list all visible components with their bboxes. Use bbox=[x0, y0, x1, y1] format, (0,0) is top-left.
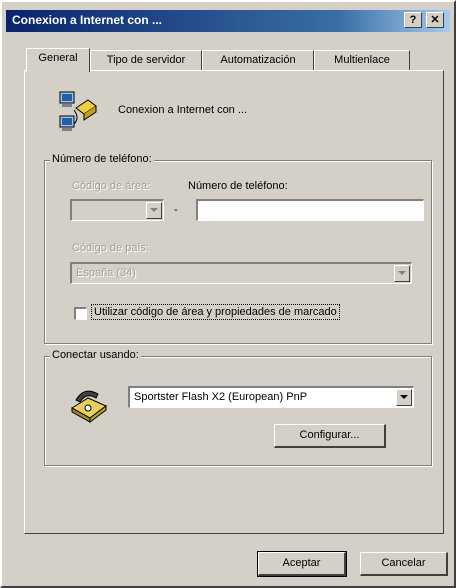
modem-telephone-icon bbox=[71, 390, 107, 423]
chevron-down-icon bbox=[398, 271, 406, 275]
close-button[interactable]: ✕ bbox=[426, 12, 444, 28]
modem-value: Sportster Flash X2 (European) PnP bbox=[134, 391, 308, 403]
cancel-button[interactable]: Cancelar bbox=[360, 552, 448, 576]
tab-multilink[interactable]: Multienlace bbox=[314, 50, 410, 70]
chevron-down-icon bbox=[150, 208, 158, 212]
connect-group-title: Conectar usando: bbox=[50, 349, 141, 361]
connection-name: Conexion a Internet con ... bbox=[118, 104, 248, 116]
window-title: Conexion a Internet con ... bbox=[12, 13, 163, 27]
country-code-dropdown-button bbox=[394, 265, 410, 282]
area-code-dropdown-button bbox=[146, 202, 162, 219]
dash-separator: - bbox=[174, 204, 178, 216]
phone-group-title: Número de teléfono: bbox=[50, 153, 154, 165]
use-area-code-label[interactable]: Utilizar código de área y propiedades de… bbox=[91, 304, 340, 320]
dialog-window: Conexion a Internet con ... ? ✕ General … bbox=[0, 0, 456, 588]
country-code-value: España (34) bbox=[76, 267, 136, 279]
ok-button[interactable]: Aceptar bbox=[257, 551, 347, 577]
area-code-combo bbox=[70, 199, 164, 221]
country-code-label: Código de país: bbox=[72, 242, 150, 254]
phone-number-label: Número de teléfono: bbox=[188, 180, 288, 192]
country-code-combo: España (34) bbox=[70, 262, 412, 284]
phone-number-field[interactable] bbox=[196, 199, 424, 221]
title-bar[interactable]: Conexion a Internet con ... ? ✕ bbox=[6, 10, 450, 32]
use-area-code-checkbox[interactable] bbox=[74, 307, 87, 320]
help-button[interactable]: ? bbox=[404, 12, 422, 28]
area-code-label: Código de área: bbox=[72, 180, 151, 192]
dial-up-connection-icon bbox=[59, 91, 97, 131]
tab-scripting[interactable]: Automatización bbox=[202, 50, 314, 70]
configure-button[interactable]: Configurar... bbox=[274, 424, 386, 448]
chevron-down-icon bbox=[400, 395, 408, 399]
tab-server-type[interactable]: Tipo de servidor bbox=[90, 50, 202, 70]
modem-dropdown-button[interactable] bbox=[396, 389, 412, 406]
tab-general[interactable]: General bbox=[26, 48, 90, 72]
modem-select[interactable]: Sportster Flash X2 (European) PnP bbox=[128, 386, 414, 408]
